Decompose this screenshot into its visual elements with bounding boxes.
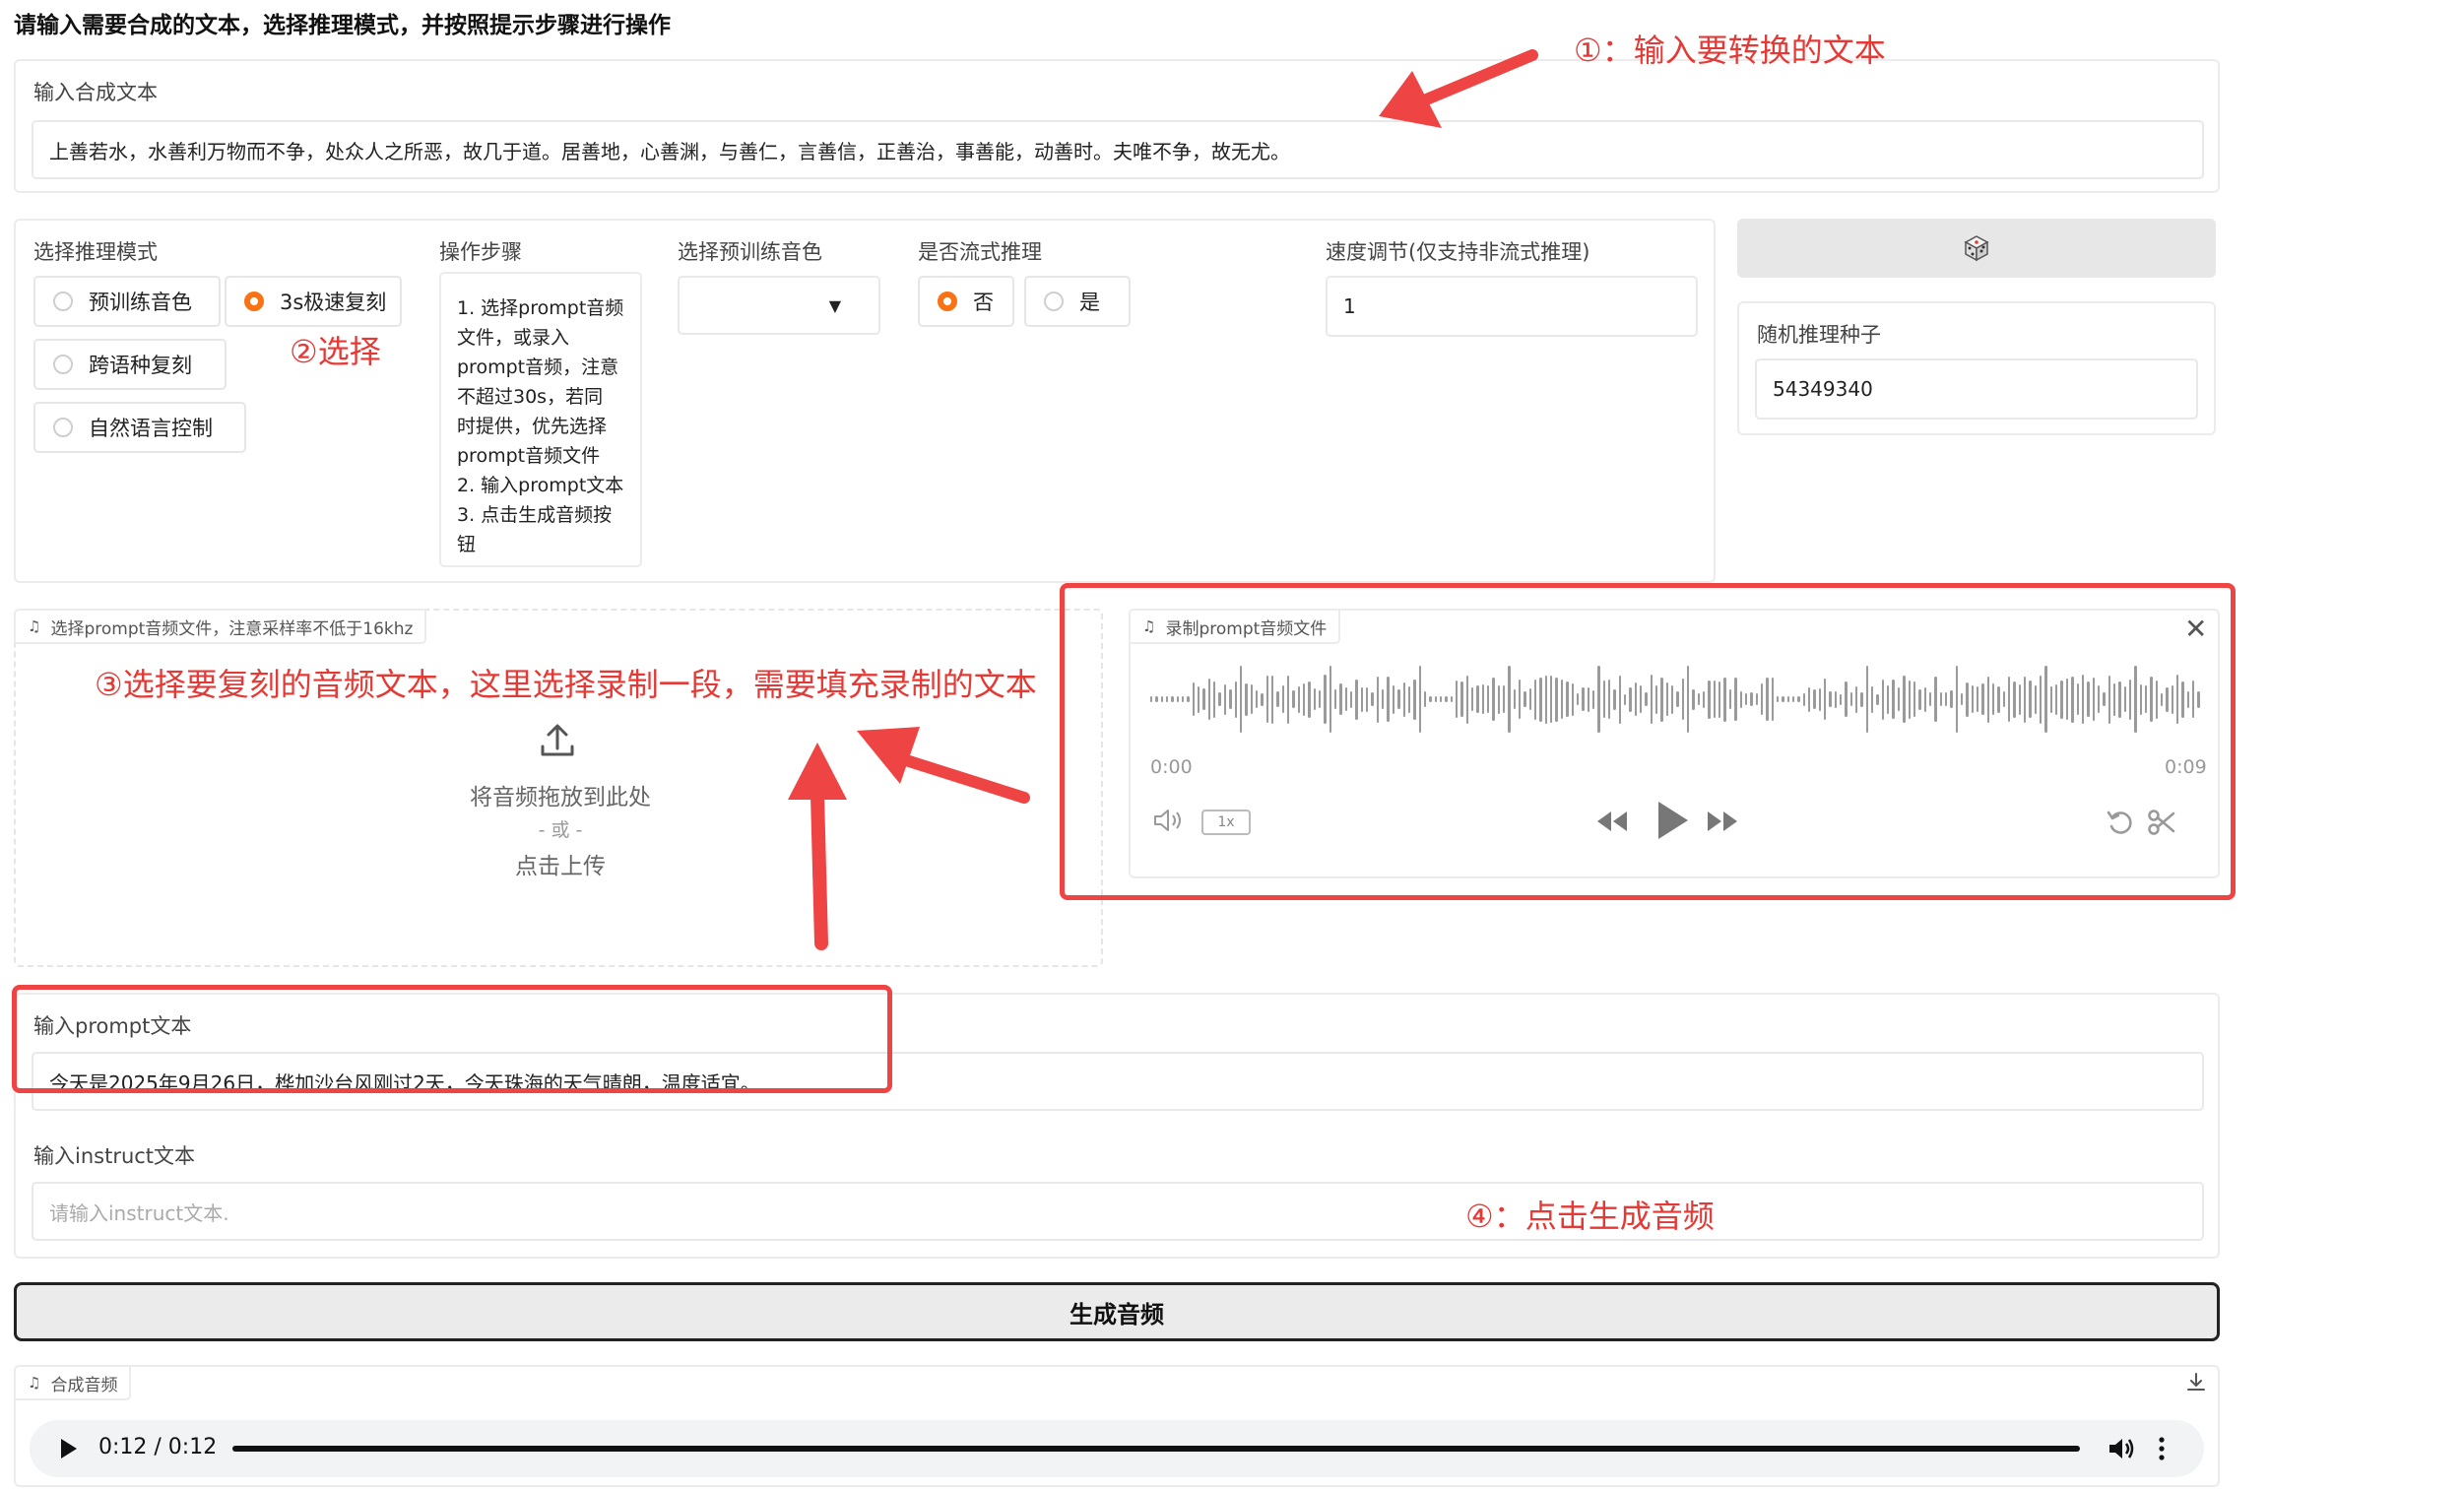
arrow-1: [1379, 49, 1538, 128]
annotation-arrows: [788, 49, 1538, 950]
arrow-3-up: [788, 743, 847, 950]
arrow-3-left: [857, 727, 1030, 804]
